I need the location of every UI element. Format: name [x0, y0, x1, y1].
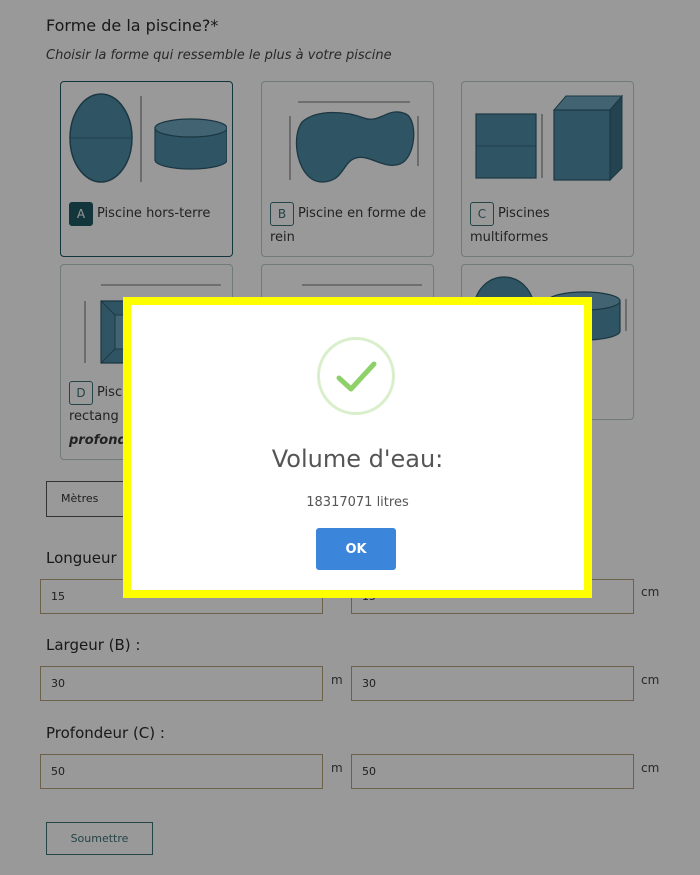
- success-circle: [317, 337, 395, 415]
- modal-title: Volume d'eau:: [271, 445, 444, 473]
- check-icon: [336, 361, 377, 392]
- ok-button[interactable]: OK: [316, 528, 396, 570]
- result-modal: Volume d'eau: 18317071 litres OK: [123, 297, 592, 598]
- modal-text: 18317071 litres: [306, 495, 409, 510]
